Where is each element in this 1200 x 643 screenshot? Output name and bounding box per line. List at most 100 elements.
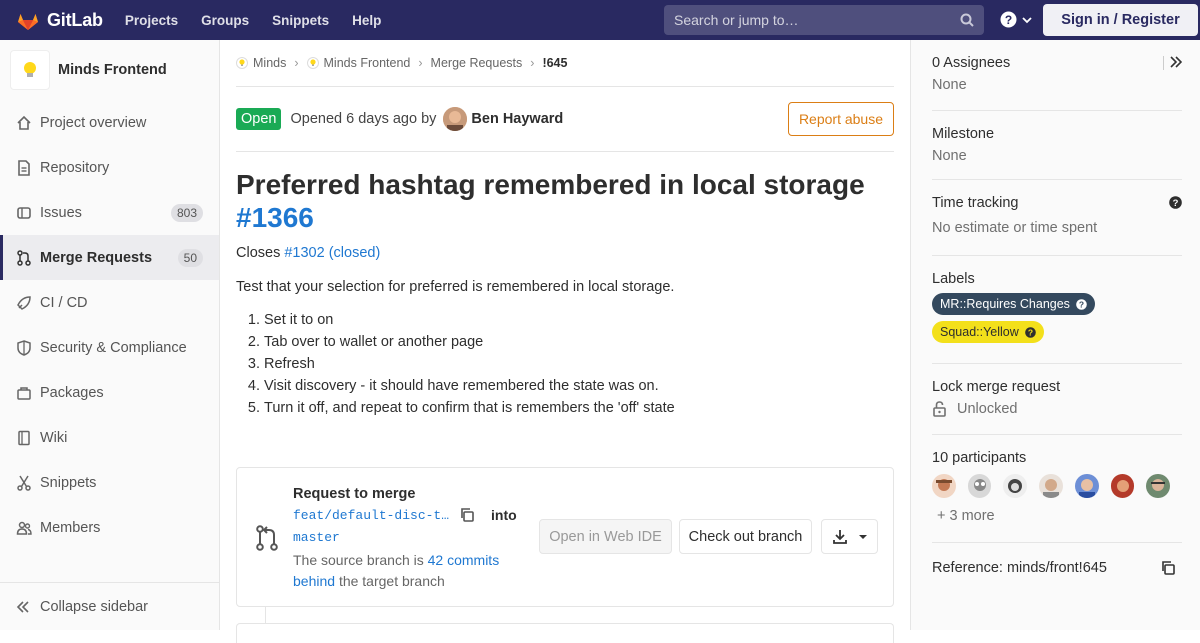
help-dropdown[interactable]: ? bbox=[1000, 11, 1033, 28]
search-icon[interactable] bbox=[960, 13, 974, 27]
participant-avatar[interactable] bbox=[967, 474, 992, 498]
search-input[interactable] bbox=[664, 12, 944, 28]
project-avatar bbox=[10, 50, 50, 90]
gitlab-home-link[interactable]: GitLab bbox=[16, 0, 103, 40]
merge-requests-count-badge: 50 bbox=[177, 248, 203, 267]
sidebar-item-label: Packages bbox=[40, 384, 104, 401]
collapse-sidebar-button[interactable]: Collapse sidebar bbox=[0, 582, 219, 630]
milestone-value: None bbox=[932, 148, 967, 164]
lightbulb-icon bbox=[24, 62, 36, 77]
participant-avatar[interactable] bbox=[1110, 474, 1135, 498]
svg-text:?: ? bbox=[1173, 198, 1179, 209]
question-circle-icon[interactable]: ? bbox=[1169, 196, 1182, 209]
closed-issue-link[interactable]: #1302 (closed) bbox=[284, 245, 380, 261]
search-box bbox=[664, 5, 984, 35]
nav-projects[interactable]: Projects bbox=[125, 13, 178, 28]
participants-block: 10 participants + 3 more bbox=[932, 450, 1182, 543]
breadcrumb-minds[interactable]: Minds bbox=[236, 56, 286, 70]
closes-line: Closes #1302 (closed) bbox=[236, 245, 894, 261]
request-to-merge-title: Request to merge bbox=[293, 486, 416, 502]
assignees-label: 0 Assignees bbox=[932, 55, 1011, 71]
mr-title-issue-link[interactable]: #1366 bbox=[236, 202, 314, 233]
lock-block[interactable]: Lock merge request Unlocked bbox=[932, 379, 1182, 435]
sidebar-item-label: CI / CD bbox=[40, 294, 88, 311]
breadcrumb-merge-requests[interactable]: Merge Requests bbox=[431, 56, 523, 70]
breadcrumb-minds-frontend[interactable]: Minds Frontend bbox=[306, 56, 410, 70]
nav-snippets[interactable]: Snippets bbox=[272, 13, 329, 28]
sign-in-button[interactable]: Sign in / Register bbox=[1043, 4, 1198, 36]
label-badge-squad-yellow[interactable]: Squad::Yellow ? bbox=[932, 321, 1044, 343]
participant-avatar[interactable] bbox=[1146, 474, 1171, 498]
sidebar-item-packages[interactable]: Packages bbox=[0, 370, 219, 415]
mr-header: Open Opened 6 days ago by Ben Hayward Re… bbox=[236, 87, 894, 152]
branch-line: feat/default-disc-t… into bbox=[293, 507, 517, 523]
gitlab-logo-icon bbox=[18, 14, 38, 30]
nav-groups[interactable]: Groups bbox=[201, 13, 249, 28]
nav-help[interactable]: Help bbox=[352, 13, 381, 28]
lock-value: Unlocked bbox=[957, 401, 1018, 417]
report-abuse-button[interactable]: Report abuse bbox=[787, 102, 894, 136]
timeline-connector bbox=[265, 607, 266, 623]
assignees-block[interactable]: 0 Assignees None bbox=[932, 55, 1182, 111]
issuable-sidebar: 0 Assignees None Milestone None Time tra… bbox=[910, 40, 1200, 630]
copy-icon[interactable] bbox=[459, 507, 475, 523]
pipeline-widget bbox=[236, 623, 894, 643]
label-badge-requires-changes[interactable]: MR::Requires Changes ? bbox=[932, 293, 1095, 315]
participant-avatar[interactable] bbox=[932, 474, 956, 498]
behind-prefix: The source branch is bbox=[293, 552, 424, 568]
sidebar-item-wiki[interactable]: Wiki bbox=[0, 415, 219, 460]
steps-list: Set it to on Tab over to wallet or anoth… bbox=[236, 309, 894, 419]
book-icon bbox=[16, 430, 32, 446]
author-name[interactable]: Ben Hayward bbox=[471, 111, 563, 127]
participant-avatar[interactable] bbox=[1074, 474, 1099, 498]
check-out-branch-button[interactable]: Check out branch bbox=[679, 519, 812, 554]
reference-text: Reference: minds/front!645 bbox=[932, 560, 1107, 576]
sidebar-item-issues[interactable]: Issues 803 bbox=[0, 190, 219, 235]
doc-icon bbox=[16, 159, 32, 176]
sidebar-item-security[interactable]: Security & Compliance bbox=[0, 325, 219, 370]
source-branch-link[interactable]: feat/default-disc-t… bbox=[293, 508, 449, 523]
breadcrumb: Minds › Minds Frontend › Merge Requests … bbox=[236, 40, 894, 87]
download-dropdown-button[interactable] bbox=[821, 519, 878, 554]
labels-label: Labels bbox=[932, 271, 975, 287]
into-label: into bbox=[491, 507, 517, 523]
participants-more-link[interactable]: + 3 more bbox=[932, 508, 1182, 524]
users-icon bbox=[16, 520, 32, 536]
mr-description: Test that your selection for preferred i… bbox=[236, 279, 675, 295]
breadcrumb-mr-id[interactable]: !645 bbox=[542, 56, 567, 70]
sidebar-item-label: Security & Compliance bbox=[40, 339, 187, 356]
sidebar-item-members[interactable]: Members bbox=[0, 505, 219, 550]
sidebar-item-merge-requests[interactable]: Merge Requests 50 bbox=[0, 235, 219, 280]
top-nav-links: Projects Groups Snippets Help bbox=[125, 13, 405, 28]
project-sidebar: Minds Frontend Project overview Reposito… bbox=[0, 40, 220, 630]
home-icon bbox=[16, 115, 32, 131]
mr-title-text: Preferred hashtag remembered in local st… bbox=[236, 169, 865, 200]
open-web-ide-button[interactable]: Open in Web IDE bbox=[539, 519, 672, 554]
target-branch-link[interactable]: master bbox=[293, 530, 340, 545]
sidebar-item-ci-cd[interactable]: CI / CD bbox=[0, 280, 219, 325]
top-navbar: GitLab Projects Groups Snippets Help ? S… bbox=[0, 0, 1200, 40]
project-header[interactable]: Minds Frontend bbox=[0, 40, 219, 100]
author-avatar[interactable] bbox=[443, 107, 468, 131]
scissors-icon bbox=[16, 475, 32, 491]
label-text: Squad::Yellow bbox=[940, 325, 1019, 339]
merge-request-widget: Request to merge feat/default-disc-t… in… bbox=[236, 467, 894, 607]
behind-text: The source branch is 42 commits behind t… bbox=[293, 550, 523, 592]
svg-text:?: ? bbox=[1028, 327, 1033, 337]
sidebar-item-project-overview[interactable]: Project overview bbox=[0, 100, 219, 145]
status-badge: Open bbox=[236, 108, 282, 130]
copy-icon[interactable] bbox=[1160, 560, 1176, 576]
sidebar-item-label: Members bbox=[40, 519, 101, 536]
participants-label: 10 participants bbox=[932, 450, 1027, 466]
participant-avatar[interactable] bbox=[1003, 474, 1028, 498]
sidebar-item-label: Wiki bbox=[40, 429, 68, 446]
behind-suffix: the target branch bbox=[338, 573, 445, 589]
issues-icon bbox=[16, 205, 32, 221]
question-circle-icon: ? bbox=[1000, 11, 1017, 28]
milestone-block[interactable]: Milestone None bbox=[932, 126, 1182, 180]
participant-avatar[interactable] bbox=[1039, 474, 1063, 498]
brand-name: GitLab bbox=[47, 9, 103, 30]
sidebar-item-snippets[interactable]: Snippets bbox=[0, 460, 219, 505]
sidebar-item-repository[interactable]: Repository bbox=[0, 145, 219, 190]
labels-block[interactable]: Labels MR::Requires Changes ? Squad::Yel… bbox=[932, 271, 1182, 364]
